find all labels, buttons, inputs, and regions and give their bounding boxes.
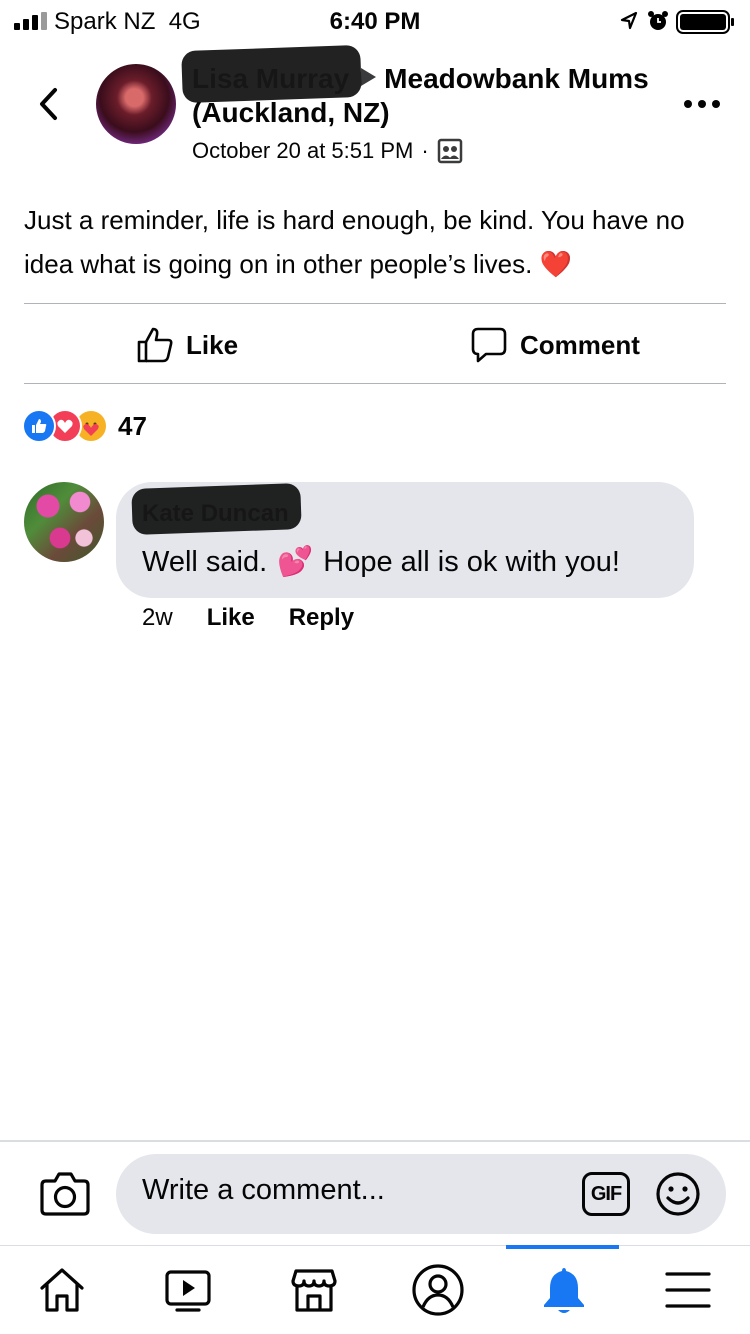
post-title-line: Lisa Murray Meadowbank Mums (Auckland, NZ… [192, 62, 662, 130]
comment-reply-button[interactable]: Reply [289, 604, 354, 632]
tab-profile[interactable] [408, 1262, 468, 1318]
store-icon [291, 1269, 337, 1312]
active-tab-indicator [506, 1245, 619, 1249]
tab-menu[interactable] [658, 1262, 718, 1318]
comment-text-end: Hope all is ok with you! [323, 546, 620, 578]
like-button[interactable]: Like [136, 322, 238, 368]
divider-bottom [24, 383, 726, 384]
post-header: Lisa Murray Meadowbank Mums (Auckland, NZ… [192, 62, 662, 164]
posted-in-arrow-icon [361, 68, 377, 86]
battery-icon [676, 10, 734, 34]
video-icon [165, 1270, 211, 1312]
dot [684, 100, 692, 108]
tab-watch[interactable] [158, 1262, 218, 1318]
more-options-button[interactable] [684, 98, 720, 110]
like-label: Like [186, 329, 239, 360]
status-icons [620, 10, 734, 34]
post-text: Just a reminder, life is hard enough, be… [24, 205, 685, 279]
comment-bubble: Kate Duncan Well said. 💕 Hope all is ok … [116, 482, 694, 598]
comment-meta: 2w Like Reply [142, 604, 388, 632]
meta-separator: · [421, 138, 429, 163]
chevron-left-icon [40, 88, 57, 120]
tab-home[interactable] [32, 1262, 92, 1318]
bell-icon [544, 1268, 584, 1313]
tab-marketplace[interactable] [284, 1262, 344, 1318]
poster-name[interactable]: Lisa Murray [192, 62, 349, 96]
dot [712, 100, 720, 108]
status-bar: Spark NZ 4G 6:40 PM [0, 0, 750, 44]
commenter-avatar[interactable] [24, 482, 104, 562]
like-reaction-icon [22, 409, 56, 443]
commenter-name[interactable]: Kate Duncan [142, 500, 289, 528]
post-meta: October 20 at 5:51 PM · [192, 138, 662, 164]
location-arrow-icon [620, 11, 638, 30]
comment-text-start: Well said. [142, 546, 268, 578]
menu-icon [665, 1272, 711, 1308]
gif-button[interactable]: GIF [582, 1172, 630, 1216]
tab-notifications[interactable] [534, 1262, 594, 1318]
home-icon [40, 1268, 84, 1312]
comment-like-button[interactable]: Like [207, 604, 255, 632]
reaction-count: 47 [118, 410, 147, 441]
thumbs-up-icon [137, 327, 173, 363]
camera-icon [40, 1172, 90, 1216]
composer-divider [0, 1140, 750, 1142]
group-members-icon [437, 138, 462, 164]
comment-placeholder: Write a comment... [142, 1174, 385, 1206]
comment-button[interactable]: Comment [470, 322, 640, 368]
comment-time: 2w [142, 604, 173, 631]
emoji-button[interactable] [654, 1170, 702, 1218]
alarm-icon [648, 11, 668, 30]
tab-bar-divider [0, 1245, 750, 1246]
two-hearts-emoji: 💕 [277, 546, 314, 578]
comment-label: Comment [520, 329, 640, 360]
post-timestamp[interactable]: October 20 at 5:51 PM [192, 138, 413, 164]
speech-bubble-icon [471, 327, 507, 363]
profile-icon [412, 1264, 464, 1316]
back-button[interactable] [28, 82, 68, 126]
camera-button[interactable] [38, 1170, 92, 1218]
divider-top [24, 303, 726, 304]
comment-text: Well said. 💕 Hope all is ok with you! [142, 544, 620, 580]
smiley-icon [656, 1172, 700, 1216]
poster-avatar[interactable] [96, 64, 176, 144]
dot [698, 100, 706, 108]
reactions-summary[interactable]: 47 [22, 406, 147, 446]
